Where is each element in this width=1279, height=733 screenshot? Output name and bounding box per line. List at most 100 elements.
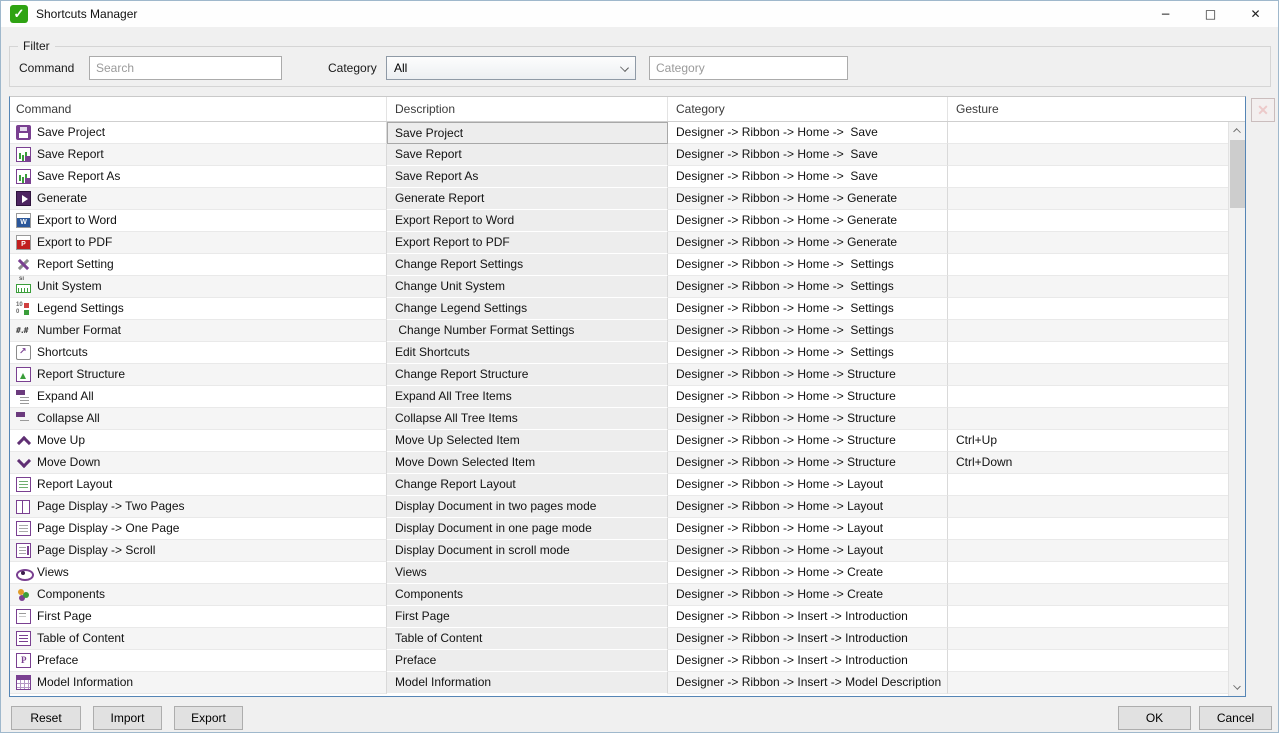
command-cell: Table of Content (10, 628, 387, 650)
table-row[interactable]: Page Display -> Scroll Display Document i… (10, 540, 1228, 562)
column-header-command[interactable]: Command (10, 97, 387, 121)
table-row[interactable]: Save Report As Save Report As Designer -> … (10, 166, 1228, 188)
command-cell: Views (10, 562, 387, 584)
gesture-cell[interactable] (948, 518, 1228, 540)
gesture-cell[interactable] (948, 606, 1228, 628)
category-cell: Designer -> Ribbon -> Insert -> Model De… (668, 672, 948, 694)
gesture-cell[interactable] (948, 364, 1228, 386)
table-row[interactable]: Page Display -> Two Pages Display Documen… (10, 496, 1228, 518)
table-row[interactable]: Save Project Save Project Designer -> Ribb… (10, 122, 1228, 144)
report-layout-icon (16, 477, 31, 492)
table-row[interactable]: Generate Generate Report Designer -> Ribbo… (10, 188, 1228, 210)
gesture-cell[interactable]: Ctrl+Up (948, 430, 1228, 452)
table-row[interactable]: PrefacePrefaceDesigner -> Ribbon -> Inse… (10, 650, 1228, 672)
gesture-cell[interactable] (948, 166, 1228, 188)
gesture-cell[interactable] (948, 210, 1228, 232)
description-cell: Save Project (387, 122, 668, 144)
table-row[interactable]: Table of Content Table of Content Designer… (10, 628, 1228, 650)
chevron-up-icon (1233, 128, 1241, 136)
unit-system-icon (16, 276, 31, 293)
ok-button[interactable]: OK (1118, 706, 1191, 730)
table-row[interactable]: Move Up Move Up Selected Item Designer -> … (10, 430, 1228, 452)
description-cell: Components (387, 584, 668, 606)
gesture-cell[interactable] (948, 540, 1228, 562)
table-row[interactable]: Number Format Change Number Format Setti… (10, 320, 1228, 342)
description-cell: Change Legend Settings (387, 298, 668, 320)
export-pdf-icon (16, 235, 31, 250)
category-filter-input[interactable] (649, 56, 848, 80)
delete-gesture-button[interactable]: ✕ (1251, 98, 1275, 122)
table-row[interactable]: Views Views Designer -> Ribbon -> Home -> … (10, 562, 1228, 584)
maximize-button[interactable]: □ (1188, 1, 1233, 27)
category-select[interactable]: All (386, 56, 636, 80)
gesture-cell[interactable] (948, 628, 1228, 650)
table-row[interactable]: Components Components Designer -> Ribbon -… (10, 584, 1228, 606)
cancel-button[interactable]: Cancel (1199, 706, 1272, 730)
category-cell: Designer -> Ribbon -> Home -> Settings (668, 276, 948, 298)
import-button[interactable]: Import (93, 706, 162, 730)
table-row[interactable]: Collapse All Collapse All Tree Items Desig… (10, 408, 1228, 430)
description-cell: Views (387, 562, 668, 584)
table-row[interactable]: Shortcuts Edit ShortcutsDesigner -> Ribbo… (10, 342, 1228, 364)
table-row[interactable]: Unit System Change Unit SystemDesigner ->… (10, 276, 1228, 298)
move-up-icon (16, 433, 31, 448)
table-row[interactable]: Page Display -> One Page Display Document… (10, 518, 1228, 540)
command-cell: Export to PDF (10, 232, 387, 254)
column-header-description[interactable]: Description (387, 97, 668, 121)
column-header-category[interactable]: Category (668, 97, 948, 121)
gesture-cell[interactable] (948, 408, 1228, 430)
command-label: Report Layout (37, 477, 113, 491)
description-cell: Export Report to PDF (387, 232, 668, 254)
minimize-button[interactable]: − (1143, 1, 1188, 27)
column-header-gesture[interactable]: Gesture (948, 97, 1245, 121)
gesture-cell[interactable] (948, 188, 1228, 210)
table-row[interactable]: Move Down Move Down Selected Item Designer… (10, 452, 1228, 474)
gesture-cell[interactable] (948, 298, 1228, 320)
move-down-icon (16, 455, 31, 470)
export-button[interactable]: Export (174, 706, 243, 730)
gesture-cell[interactable] (948, 650, 1228, 672)
gesture-cell[interactable] (948, 276, 1228, 298)
reset-button[interactable]: Reset (11, 706, 81, 730)
table-row[interactable]: Report Layout Change Report Layout Designe… (10, 474, 1228, 496)
gesture-cell[interactable] (948, 254, 1228, 276)
gesture-cell[interactable] (948, 144, 1228, 166)
window-title: Shortcuts Manager (36, 7, 138, 21)
table-row[interactable]: Report Structure Change Report Structure D… (10, 364, 1228, 386)
close-button[interactable]: ✕ (1233, 1, 1278, 27)
description-cell: Save Report (387, 144, 668, 166)
command-label: Move Up (37, 433, 86, 447)
gesture-cell[interactable] (948, 342, 1228, 364)
gesture-cell[interactable] (948, 672, 1228, 694)
category-cell: Designer -> Ribbon -> Home -> Layout (668, 474, 948, 496)
table-row[interactable]: Model Information Model Information Design… (10, 672, 1228, 694)
gesture-cell[interactable] (948, 496, 1228, 518)
scroll-down-button[interactable] (1229, 679, 1245, 696)
gesture-cell[interactable] (948, 386, 1228, 408)
table-row[interactable]: Export to Word Export Report to WordDesig… (10, 210, 1228, 232)
table-row[interactable]: Report Setting Change Report Settings Desi… (10, 254, 1228, 276)
vertical-scrollbar[interactable] (1228, 122, 1245, 696)
table-row[interactable]: First Page First Page Designer -> Ribbon -… (10, 606, 1228, 628)
command-cell: First Page (10, 606, 387, 628)
scroll-up-button[interactable] (1229, 122, 1245, 139)
gesture-cell[interactable] (948, 474, 1228, 496)
table-row[interactable]: Legend Settings Change Legend SettingsDes… (10, 298, 1228, 320)
collapse-all-icon (16, 411, 31, 426)
shortcuts-manager-window: ✓ Shortcuts Manager − □ ✕ Filter Command… (0, 0, 1279, 733)
table-row[interactable]: Save Report Save Report Designer -> Ribbon… (10, 144, 1228, 166)
description-cell: Table of Content (387, 628, 668, 650)
scrollbar-thumb[interactable] (1230, 140, 1245, 208)
table-row[interactable]: Expand All Expand All Tree Items Designer … (10, 386, 1228, 408)
gesture-cell[interactable]: Ctrl+Down (948, 452, 1228, 474)
table-row[interactable]: Export to PDF Export Report to PDFDesigne… (10, 232, 1228, 254)
category-cell: Designer -> Ribbon -> Home -> Settings (668, 320, 948, 342)
gesture-cell[interactable] (948, 562, 1228, 584)
gesture-cell[interactable] (948, 122, 1228, 144)
command-search-input[interactable] (89, 56, 282, 80)
gesture-cell[interactable] (948, 320, 1228, 342)
gesture-cell[interactable] (948, 232, 1228, 254)
category-cell: Designer -> Ribbon -> Home -> Create (668, 584, 948, 606)
command-label: Page Display -> One Page (37, 521, 180, 535)
gesture-cell[interactable] (948, 584, 1228, 606)
